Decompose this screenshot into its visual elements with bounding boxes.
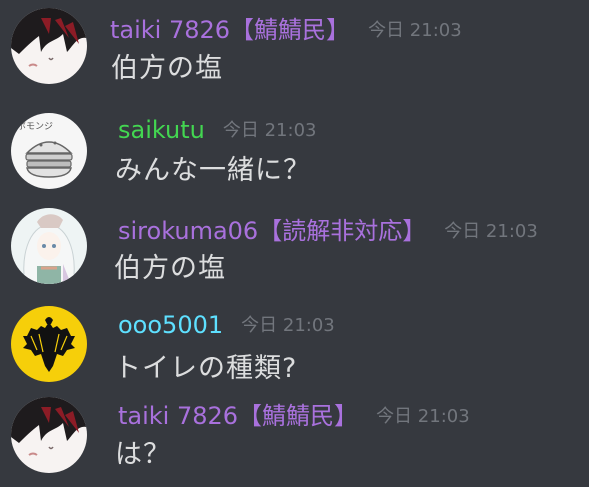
username[interactable]: taiki 7826【鯖鯖民】 xyxy=(118,402,358,430)
timestamp: 今日 21:03 xyxy=(222,120,317,141)
message-item: taiki 7826【鯖鯖民】 今日 21:03 伯方の塩 xyxy=(0,0,589,96)
message-item: ooo5001 今日 21:03 トイレの種類? xyxy=(0,298,589,394)
message-content: トイレの種類? xyxy=(114,353,298,384)
username[interactable]: ooo5001 xyxy=(118,311,223,339)
timestamp: 今日 21:03 xyxy=(368,20,462,41)
message-content: みんな一緒に？ xyxy=(115,155,311,186)
anime-face-avatar-icon[interactable] xyxy=(11,397,87,473)
burger-sketch-avatar-icon[interactable]: ポモンジ xyxy=(11,113,87,189)
svg-text:ポモンジ: ポモンジ xyxy=(17,121,53,132)
white-hair-girl-avatar-icon[interactable] xyxy=(11,208,87,284)
chat-message-list: taiki 7826【鯖鯖民】 今日 21:03 伯方の塩 ポモンジ saikut… xyxy=(0,0,589,487)
message-item: ポモンジ saikutu 今日 21:03 みんな一緒に？ xyxy=(0,104,589,200)
message-content: は？ xyxy=(115,439,171,470)
username[interactable]: taiki 7826【鯖鯖民】 xyxy=(110,16,350,44)
timestamp: 今日 21:03 xyxy=(241,315,335,336)
timestamp: 今日 21:03 xyxy=(376,406,470,427)
timestamp: 今日 21:03 xyxy=(444,221,538,242)
message-content: 伯方の塩 xyxy=(111,53,223,84)
username[interactable]: saikutu xyxy=(118,116,205,144)
message-item: sirokuma06【読解非対応】 今日 21:03 伯方の塩 xyxy=(0,200,589,298)
message-content: 伯方の塩 xyxy=(114,253,226,284)
anime-face-avatar-icon[interactable] xyxy=(11,8,87,84)
message-item: taiki 7826【鯖鯖民】 今日 21:03 は？ xyxy=(0,394,589,487)
eagle-crest-avatar-icon[interactable] xyxy=(11,306,87,382)
username[interactable]: sirokuma06【読解非対応】 xyxy=(118,217,426,245)
